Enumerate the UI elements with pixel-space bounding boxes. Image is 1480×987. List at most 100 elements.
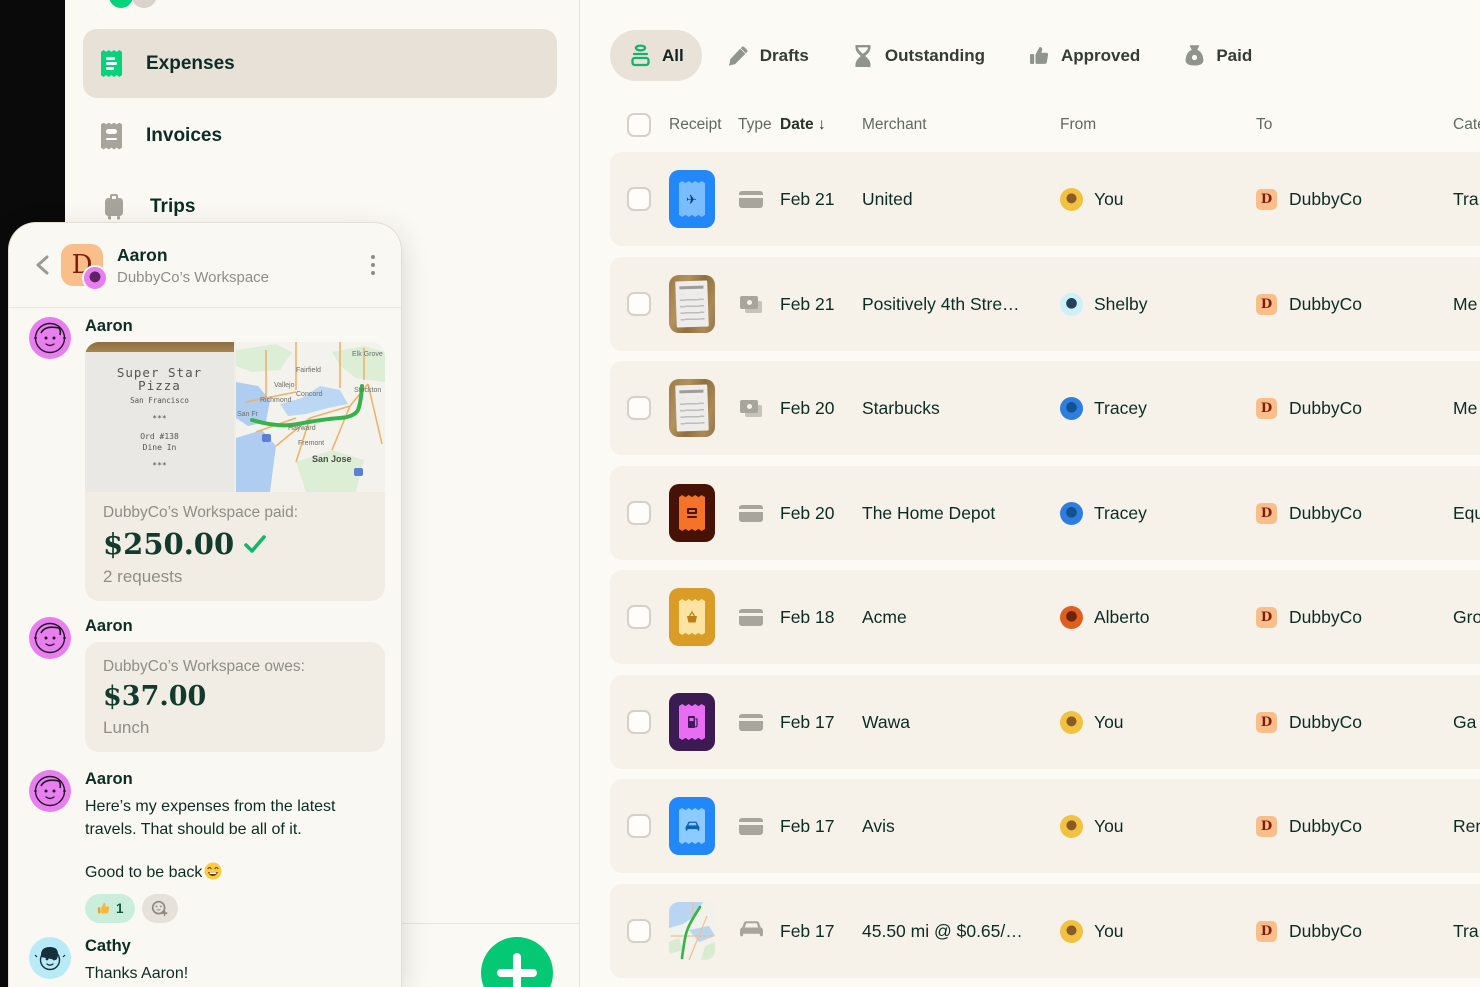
table-row[interactable]: Feb 17 Wawa You DDubbyCo Ga bbox=[610, 675, 1480, 769]
gold-coin-avatar bbox=[1060, 920, 1083, 943]
check-icon bbox=[244, 535, 266, 553]
grin-emoji bbox=[204, 862, 222, 880]
route-map: Elk Grove Fairfield Vallejo Concord Rich… bbox=[236, 342, 385, 492]
to-name: DubbyCo bbox=[1289, 712, 1362, 733]
chat-header: D Aaron DubbyCo’s Workspace bbox=[9, 223, 401, 308]
flight-ereceipt-thumbnail[interactable]: ✈ bbox=[669, 170, 715, 228]
dubbyco-badge: D bbox=[1256, 816, 1277, 837]
table-header: Receipt Type Date ↓ Merchant From To Cat… bbox=[610, 105, 1480, 145]
invoice-icon bbox=[101, 123, 122, 150]
expense-date: Feb 20 bbox=[780, 503, 862, 524]
row-checkbox[interactable] bbox=[627, 187, 651, 211]
car-ereceipt-thumbnail[interactable] bbox=[669, 797, 715, 855]
map-route-thumbnail[interactable] bbox=[669, 902, 715, 960]
message-text: Good to be back bbox=[85, 861, 385, 884]
owes-amount: $37.00 bbox=[103, 681, 367, 712]
expense-merchant: Starbucks bbox=[862, 398, 1060, 419]
tab-label: All bbox=[662, 46, 684, 66]
photo-receipt-thumbnail[interactable] bbox=[669, 379, 715, 437]
from-name: Tracey bbox=[1094, 503, 1147, 524]
expense-merchant: The Home Depot bbox=[862, 503, 1060, 524]
row-checkbox[interactable] bbox=[627, 396, 651, 420]
table-row[interactable]: Feb 21 Positively 4th Stre… Shelby DDubb… bbox=[610, 257, 1480, 351]
chat-message: Aaron Here’s my expenses from the latest… bbox=[85, 770, 385, 923]
to-name: DubbyCo bbox=[1289, 607, 1362, 628]
chat-message: Aaron Super Star Pizza San Francisco ***… bbox=[85, 317, 385, 601]
table-row[interactable]: Feb 17 45.50 mi @ $0.65/… You DDubbyCo T… bbox=[610, 884, 1480, 978]
svg-text:San Jose: San Jose bbox=[312, 454, 352, 464]
to-name: DubbyCo bbox=[1289, 398, 1362, 419]
tab-all[interactable]: All bbox=[610, 30, 702, 81]
car-icon bbox=[739, 919, 764, 943]
svg-text:Fairfield: Fairfield bbox=[296, 367, 321, 374]
gas-ereceipt-thumbnail[interactable] bbox=[669, 693, 715, 751]
hourglass-icon bbox=[851, 43, 876, 68]
credit-card-icon bbox=[739, 191, 763, 208]
row-checkbox[interactable] bbox=[627, 501, 651, 525]
tab-label: Approved bbox=[1061, 46, 1140, 66]
cathy-avatar bbox=[29, 937, 71, 979]
add-reaction-button[interactable] bbox=[142, 894, 178, 923]
expense-report-card[interactable]: Super Star Pizza San Francisco *** Ord #… bbox=[85, 342, 385, 601]
app-root: Expenses Invoices Trips Al bbox=[0, 0, 1480, 987]
kebab-menu-icon[interactable] bbox=[365, 249, 382, 282]
table-row[interactable]: Feb 20 Starbucks Tracey DDubbyCo Me bbox=[610, 361, 1480, 455]
table-row[interactable]: Feb 17 Avis You DDubbyCo Ren bbox=[610, 779, 1480, 873]
message-author: Aaron bbox=[85, 317, 385, 336]
header-from: From bbox=[1060, 116, 1256, 134]
to-name: DubbyCo bbox=[1289, 503, 1362, 524]
tab-label: Paid bbox=[1216, 46, 1252, 66]
reaction-count: 1 bbox=[116, 901, 124, 916]
message-text: Thanks Aaron! bbox=[85, 962, 385, 985]
thumbs-up-reaction[interactable]: 1 bbox=[85, 894, 135, 923]
row-checkbox[interactable] bbox=[627, 814, 651, 838]
tab-paid[interactable]: Paid bbox=[1164, 30, 1270, 81]
row-checkbox[interactable] bbox=[627, 919, 651, 943]
paid-amount: $250.00 bbox=[103, 527, 367, 561]
expense-date: Feb 17 bbox=[780, 712, 862, 733]
sidebar-item-expenses[interactable]: Expenses bbox=[83, 29, 557, 98]
back-button[interactable] bbox=[29, 252, 55, 278]
expense-date: Feb 18 bbox=[780, 607, 862, 628]
expense-category: Me bbox=[1453, 294, 1480, 315]
header-merchant: Merchant bbox=[862, 116, 1060, 134]
sidebar-item-invoices[interactable]: Invoices bbox=[83, 108, 557, 164]
row-checkbox[interactable] bbox=[627, 605, 651, 629]
basket-ereceipt-thumbnail[interactable] bbox=[669, 588, 715, 646]
tab-approved[interactable]: Approved bbox=[1009, 30, 1158, 81]
table-row[interactable]: Feb 18 Acme Alberto DDubbyCo Gro bbox=[610, 570, 1480, 664]
dubbyco-badge: D bbox=[1256, 294, 1277, 315]
thumbs-up-icon bbox=[1027, 43, 1052, 68]
header-date-sort[interactable]: Date ↓ bbox=[780, 116, 862, 134]
create-fab-button[interactable] bbox=[481, 937, 553, 987]
shopping-ereceipt-thumbnail[interactable] bbox=[669, 484, 715, 542]
tab-drafts[interactable]: Drafts bbox=[708, 30, 827, 81]
gold-coin-avatar bbox=[1060, 815, 1083, 838]
expense-merchant: 45.50 mi @ $0.65/… bbox=[862, 921, 1060, 942]
suitcase-icon bbox=[101, 195, 126, 220]
filter-tabs: All Drafts Outstanding Approved bbox=[610, 30, 1270, 81]
photo-receipt-thumbnail[interactable] bbox=[669, 275, 715, 333]
table-row[interactable]: Feb 20 The Home Depot Tracey DDubbyCo Eq… bbox=[610, 466, 1480, 560]
to-name: DubbyCo bbox=[1289, 294, 1362, 315]
expense-category: Tra bbox=[1453, 189, 1480, 210]
header-category: Cate bbox=[1453, 116, 1480, 134]
dubbyco-badge: D bbox=[1256, 712, 1277, 733]
chat-message: Cathy Thanks Aaron! bbox=[85, 937, 385, 985]
expense-description: Lunch bbox=[103, 718, 367, 738]
select-all-checkbox[interactable] bbox=[627, 113, 651, 137]
to-name: DubbyCo bbox=[1289, 816, 1362, 837]
row-checkbox[interactable] bbox=[627, 710, 651, 734]
request-count: 2 requests bbox=[103, 567, 367, 587]
to-name: DubbyCo bbox=[1289, 921, 1362, 942]
expense-merchant: United bbox=[862, 189, 1060, 210]
tracey-avatar bbox=[1060, 397, 1083, 420]
row-checkbox[interactable] bbox=[627, 292, 651, 316]
expense-owes-card[interactable]: DubbyCo’s Workspace owes: $37.00 Lunch bbox=[85, 642, 385, 752]
paid-label: DubbyCo’s Workspace paid: bbox=[103, 504, 367, 522]
owes-label: DubbyCo’s Workspace owes: bbox=[103, 658, 367, 676]
svg-text:Stockton: Stockton bbox=[354, 387, 381, 394]
tab-outstanding[interactable]: Outstanding bbox=[833, 30, 1003, 81]
table-row[interactable]: ✈ Feb 21 United You DDubbyCo Tra bbox=[610, 152, 1480, 246]
from-name: Tracey bbox=[1094, 398, 1147, 419]
